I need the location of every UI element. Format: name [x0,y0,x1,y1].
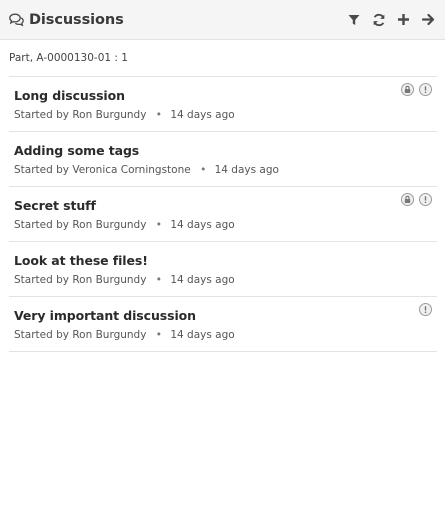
discussion-item[interactable]: Look at these files! Started by Ron Burg… [9,242,437,297]
discussion-meta: Started by Veronica Corningstone • 14 da… [14,163,437,177]
discussion-age: 14 days ago [214,164,279,176]
discussion-list: Long discussion Started by Ron Burgundy … [9,76,437,352]
discussion-meta: Started by Ron Burgundy • 14 days ago [14,218,437,232]
discussion-age: 14 days ago [170,329,235,341]
status-badges [401,193,432,206]
exclamation-icon [419,193,432,206]
exclamation-icon [419,303,432,316]
started-by-label: Started by [14,274,69,286]
exclamation-icon [419,83,432,96]
meta-separator: • [155,109,162,121]
meta-separator: • [200,164,207,176]
filter-icon[interactable] [345,11,362,28]
context-label: Part, A-0000130-01 : 1 [9,52,128,64]
discussion-age: 14 days ago [170,219,235,231]
comments-icon [9,13,24,27]
toolbar [345,11,437,28]
meta-separator: • [155,329,162,341]
discussion-author: Veronica Corningstone [72,164,191,176]
discussion-title: Very important discussion [14,308,196,323]
discussion-author: Ron Burgundy [72,274,147,286]
started-by-label: Started by [14,329,69,341]
plus-icon[interactable] [395,11,412,28]
status-badges [401,83,432,96]
meta-separator: • [155,219,162,231]
discussion-meta: Started by Ron Burgundy • 14 days ago [14,328,437,342]
arrow-right-icon[interactable] [420,11,437,28]
discussion-item[interactable]: Very important discussion Started by Ron… [9,297,437,352]
discussion-title: Long discussion [14,88,125,103]
discussion-age: 14 days ago [170,109,235,121]
started-by-label: Started by [14,219,69,231]
discussion-item[interactable]: Secret stuff Started by Ron Burgundy • 1… [9,187,437,242]
discussion-meta: Started by Ron Burgundy • 14 days ago [14,273,437,287]
refresh-icon[interactable] [370,11,387,28]
discussion-item[interactable]: Long discussion Started by Ron Burgundy … [9,77,437,132]
lock-icon [401,83,414,96]
started-by-label: Started by [14,109,69,121]
discussion-age: 14 days ago [170,274,235,286]
title-wrap: Discussions [9,12,124,28]
page-title: Discussions [29,11,124,28]
discussion-meta: Started by Ron Burgundy • 14 days ago [14,108,437,122]
discussion-author: Ron Burgundy [72,109,147,121]
discussion-title: Adding some tags [14,143,140,158]
status-badges [419,303,432,316]
discussions-panel: Discussions Part, A-0000130-01: 1 Long … [0,0,445,520]
lock-icon [401,193,414,206]
discussion-author: Ron Burgundy [72,329,147,341]
started-by-label: Started by [14,164,69,176]
discussion-title: Secret stuff [14,198,96,213]
discussion-author: Ron Burgundy [72,219,147,231]
meta-separator: • [155,274,162,286]
discussion-item[interactable]: Adding some tags Started by Veronica Cor… [9,132,437,187]
discussion-title: Look at these files! [14,253,148,268]
panel-header: Discussions [0,0,445,40]
